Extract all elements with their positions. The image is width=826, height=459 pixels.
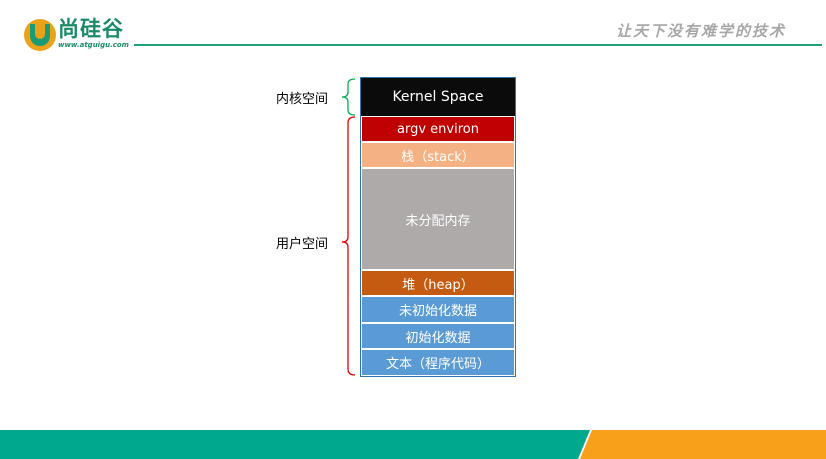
kernel-brace (341, 78, 356, 116)
segment-argv-environ: argv environ (361, 116, 515, 142)
user-brace (341, 116, 356, 376)
segment-stack: 栈（stack） (361, 142, 515, 168)
footer-orange-bar (580, 430, 826, 459)
segment-heap: 堆（heap） (361, 270, 515, 296)
segment-unallocated: 未分配内存 (361, 168, 515, 270)
segment-text: 文本（程序代码） (361, 349, 515, 376)
segment-uninitialized-data: 未初始化数据 (361, 296, 515, 323)
footer-green-bar (0, 430, 590, 459)
segment-kernel-space: Kernel Space (361, 78, 515, 116)
segment-initialized-data: 初始化数据 (361, 323, 515, 349)
